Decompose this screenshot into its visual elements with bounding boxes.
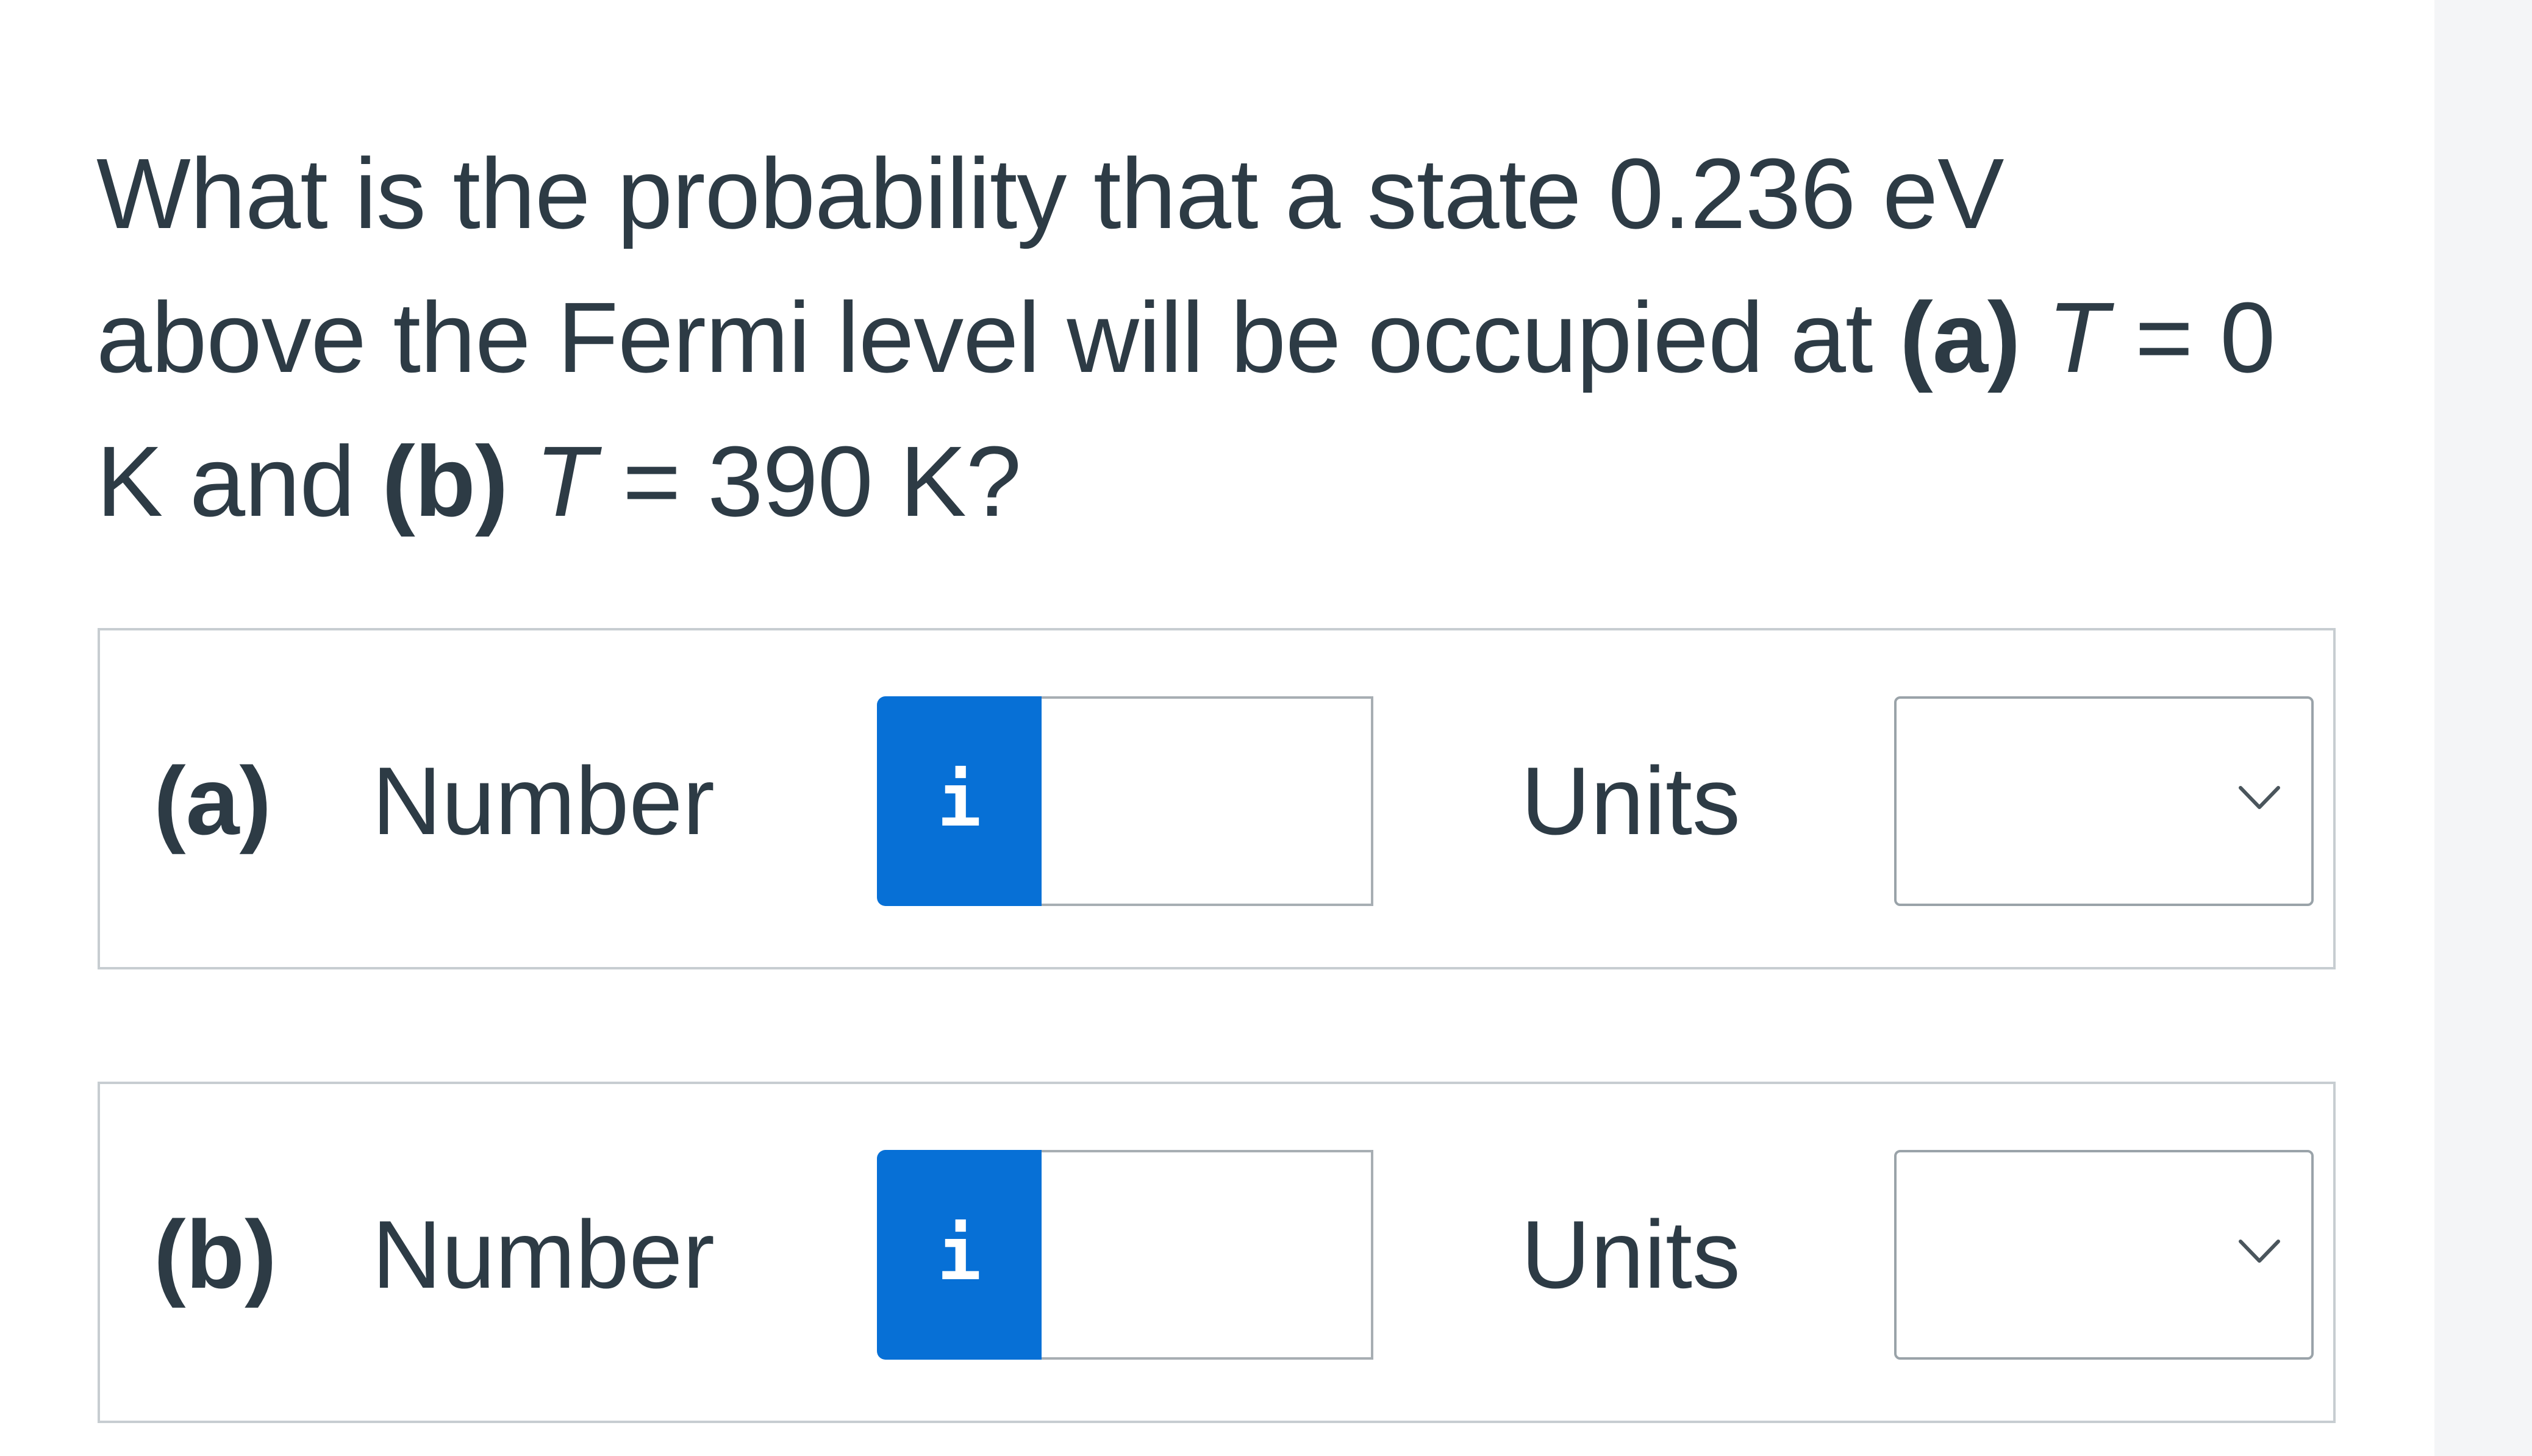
question-line-2-text: above the Fermi level will be occupied a… xyxy=(96,282,1900,393)
units-dropdown[interactable] xyxy=(1894,1150,2314,1360)
units-dropdown[interactable] xyxy=(1894,696,2314,906)
info-icon[interactable]: i xyxy=(877,1150,1042,1360)
part-label: (a) xyxy=(154,748,272,855)
units-label: Units xyxy=(1521,1201,1740,1308)
info-icon[interactable]: i xyxy=(877,696,1042,906)
question-temperature-symbol-a: T xyxy=(2047,282,2108,393)
question-line-1: What is the probability that a state 0.2… xyxy=(96,138,2004,249)
right-margin-strip xyxy=(2434,0,2532,1456)
question-part-b-ref: (b) xyxy=(382,426,508,537)
question-line-3-end: = 390 K? xyxy=(595,426,1021,537)
part-label: (b) xyxy=(154,1201,277,1308)
number-input[interactable] xyxy=(1042,1150,1373,1360)
number-label: Number xyxy=(372,748,715,855)
number-input[interactable] xyxy=(1042,696,1373,906)
chevron-down-icon xyxy=(2239,786,2280,809)
number-label: Number xyxy=(372,1201,715,1308)
question-line-3-text: K and xyxy=(96,426,382,537)
question-part-a-ref: (a) xyxy=(1900,282,2020,393)
question-temperature-symbol-b: T xyxy=(535,426,596,537)
question-line-2-end: = 0 xyxy=(2108,282,2276,393)
answer-part-b: (b) Number i Units xyxy=(98,1082,2336,1423)
answer-part-a: (a) Number i Units xyxy=(98,628,2336,969)
chevron-down-icon xyxy=(2239,1240,2280,1263)
question-text: What is the probability that a state 0.2… xyxy=(96,122,2365,554)
page: What is the probability that a state 0.2… xyxy=(0,0,2532,1456)
units-label: Units xyxy=(1521,748,1740,855)
